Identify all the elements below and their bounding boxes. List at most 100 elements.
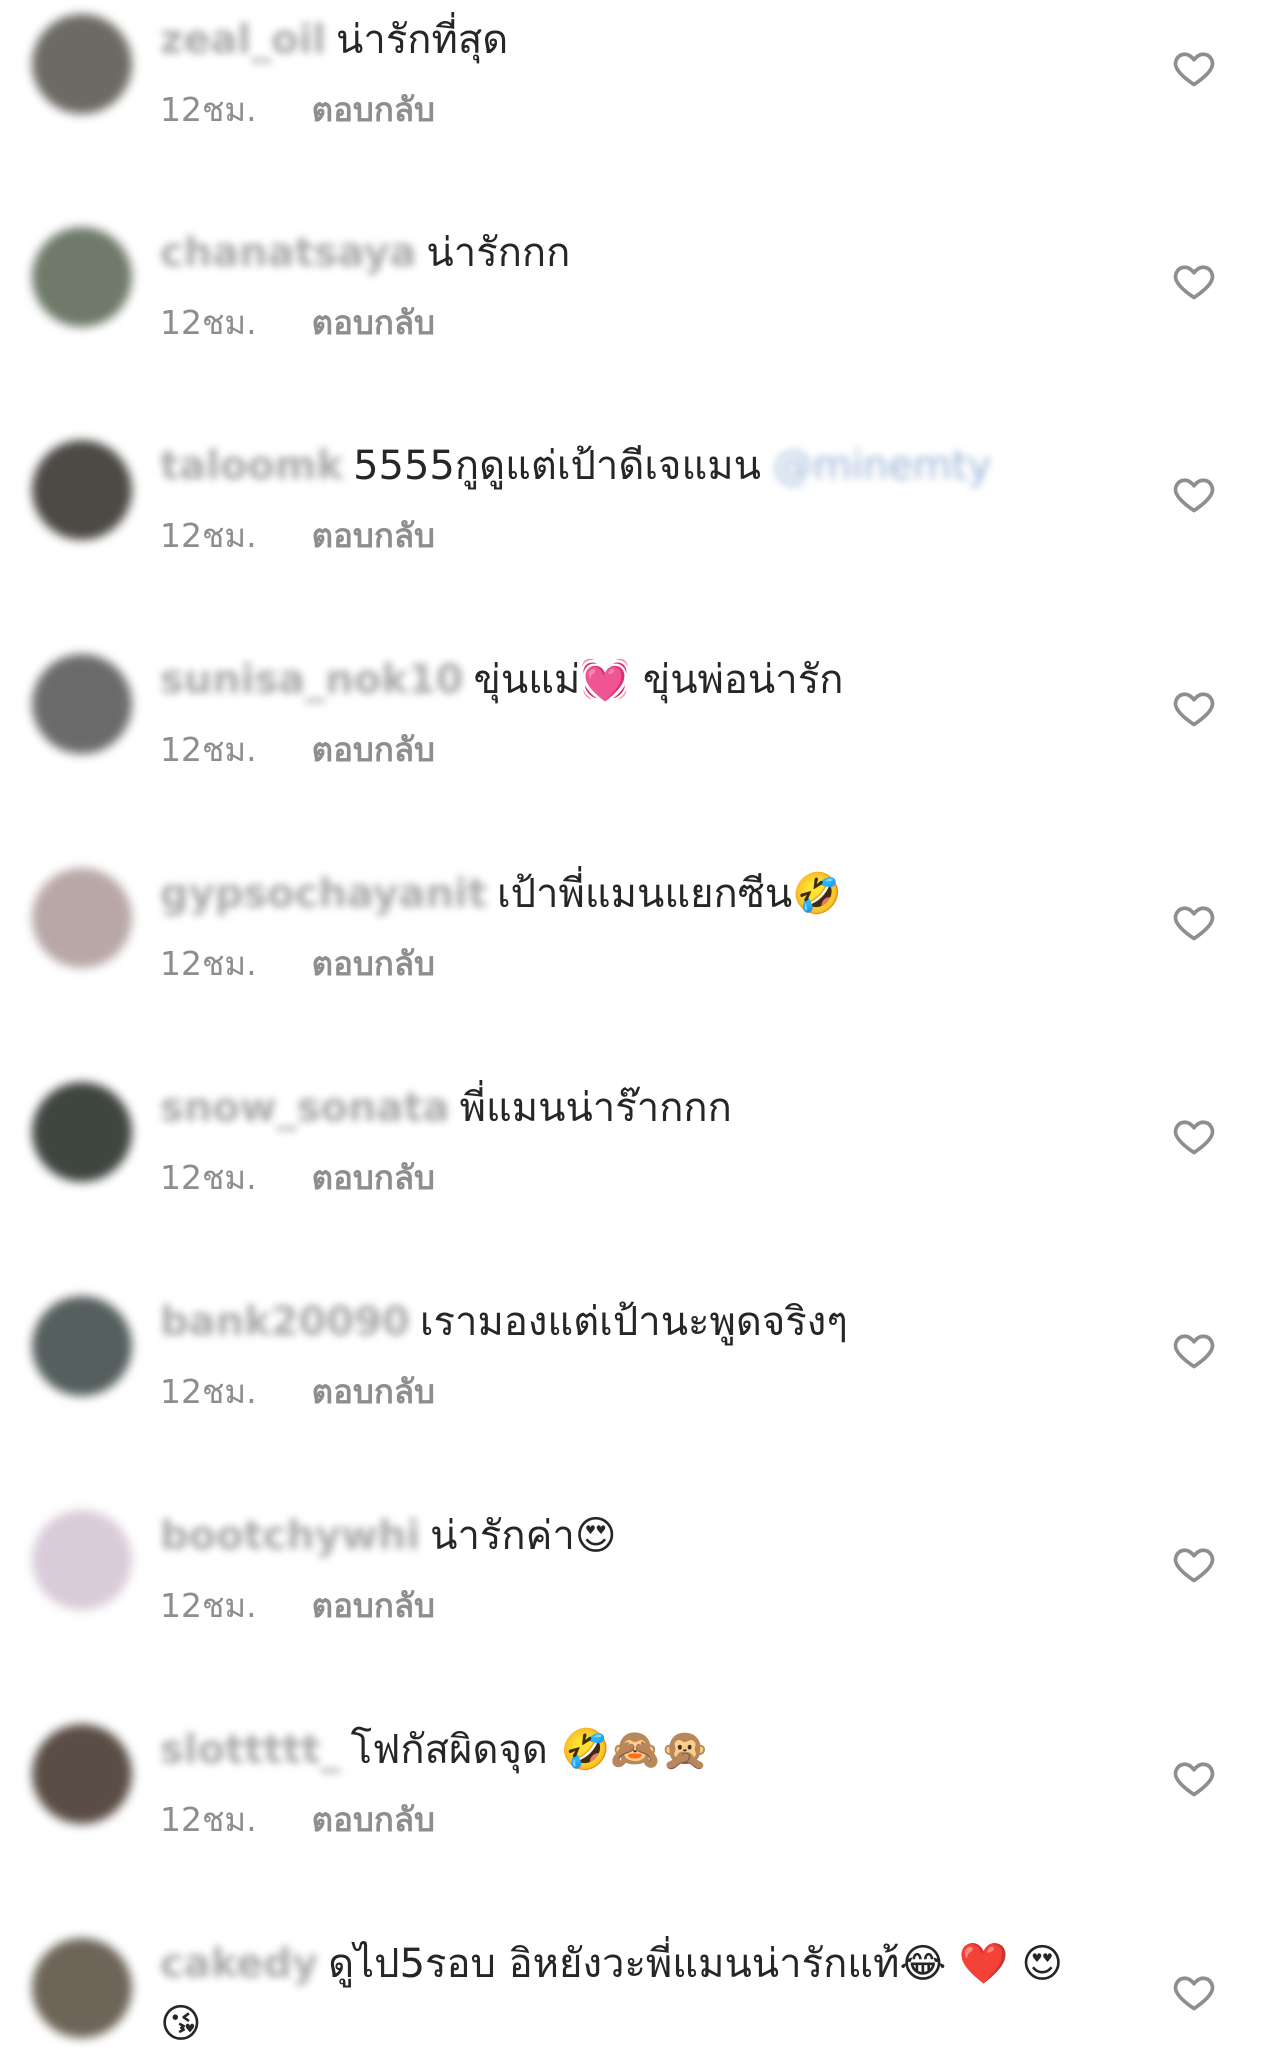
comment-text: น่ารักกก <box>426 230 571 276</box>
heart-outline-icon <box>1173 1762 1215 1797</box>
avatar[interactable] <box>32 14 132 114</box>
avatar[interactable] <box>32 1938 132 2038</box>
comment-text: 5555กูดูแต่เป้าดีเจแมน <box>353 443 761 489</box>
avatar[interactable] <box>32 654 132 754</box>
comment-time: 12ชม. <box>160 944 257 983</box>
comment-time: 12ชม. <box>160 1800 257 1839</box>
avatar[interactable] <box>32 227 132 327</box>
comment-meta: 12ชม. ตอบกลับ <box>160 939 435 989</box>
comment-row: zeal_oil น่ารักที่สุด 12ชม. ตอบกลับ <box>0 0 1280 215</box>
heart-outline-icon <box>1173 1548 1215 1583</box>
avatar[interactable] <box>32 1082 132 1182</box>
comment-text: เป้าพี่แมนแยกซีน🤣 <box>496 871 843 917</box>
like-button[interactable] <box>1172 1756 1216 1800</box>
reply-button[interactable]: ตอบกลับ <box>312 90 435 129</box>
like-button[interactable] <box>1172 1114 1216 1158</box>
avatar[interactable] <box>32 1296 132 1396</box>
comment-list: zeal_oil น่ารักที่สุด 12ชม. ตอบกลับ chanat… <box>0 0 1280 2064</box>
comment-username[interactable]: snow_sonata <box>160 1085 450 1131</box>
avatar[interactable] <box>32 868 132 968</box>
like-button[interactable] <box>1172 259 1216 303</box>
comment-username[interactable]: zeal_oil <box>160 17 326 63</box>
avatar[interactable] <box>32 1510 132 1610</box>
comment-username[interactable]: cakedy <box>160 1941 318 1987</box>
heart-outline-icon <box>1173 1334 1215 1369</box>
comment-username[interactable]: bootchywhi <box>160 1513 420 1559</box>
like-button[interactable] <box>1172 686 1216 730</box>
heart-outline-icon <box>1173 692 1215 727</box>
reply-button[interactable]: ตอบกลับ <box>312 730 435 769</box>
like-button[interactable] <box>1172 1328 1216 1372</box>
comment-text-continuation: 😘 <box>160 2001 202 2047</box>
reply-button[interactable]: ตอบกลับ <box>312 303 435 342</box>
comment-line: slottttt_ โฟกัสผิดจุด 🤣🙈🙊 <box>160 1710 1160 1790</box>
like-button[interactable] <box>1172 900 1216 944</box>
reply-button[interactable]: ตอบกลับ <box>312 1158 435 1197</box>
comment-row: gypsochayanit เป้าพี่แมนแยกซีน🤣 12ชม. ตอบก… <box>0 854 1280 1069</box>
comment-text: ดูไป5รอบ อิหยังวะพี่แมนน่ารักแท้😂 ❤️ 😍 <box>328 1941 1064 1987</box>
like-button[interactable] <box>1172 1542 1216 1586</box>
comment-text: น่ารักที่สุด <box>336 17 509 63</box>
comment-meta: 12ชม. ตอบกลับ <box>160 1367 435 1417</box>
comment-meta: 12ชม. ตอบกลับ <box>160 511 435 561</box>
heart-outline-icon <box>1173 265 1215 300</box>
comment-line: taloomk 5555กูดูแต่เป้าดีเจแมน @minemty <box>160 426 1160 506</box>
comment-time: 12ชม. <box>160 730 257 769</box>
like-button[interactable] <box>1172 46 1216 90</box>
comment-row: snow_sonata พี่แมนน่าร๊ากกก 12ชม. ตอบกลับ <box>0 1068 1280 1283</box>
comment-time: 12ชม. <box>160 516 257 555</box>
comment-line: chanatsaya น่ารักกก <box>160 213 1160 293</box>
comment-time: 12ชม. <box>160 303 257 342</box>
comment-meta: 12ชม. ตอบกลับ <box>160 298 435 348</box>
reply-button[interactable]: ตอบกลับ <box>312 1372 435 1411</box>
comment-row: cakedy ดูไป5รอบ อิหยังวะพี่แมนน่ารักแท้😂 … <box>0 1924 1280 2064</box>
like-button[interactable] <box>1172 472 1216 516</box>
comment-row: bank20090 เรามองแต่เป้านะพูดจริงๆ 12ชม. ตอ… <box>0 1282 1280 1497</box>
avatar[interactable] <box>32 440 132 540</box>
comment-row: slottttt_ โฟกัสผิดจุด 🤣🙈🙊 12ชม. ตอบกลับ <box>0 1710 1280 1925</box>
comment-meta: 12ชม. ตอบกลับ <box>160 725 435 775</box>
reply-button[interactable]: ตอบกลับ <box>312 516 435 555</box>
comment-row: sunisa_nok10 ขุ่นแม่💓 ขุ่นพ่อน่ารัก 12ชม.… <box>0 640 1280 855</box>
comment-line: bootchywhi น่ารักค่า😍 <box>160 1496 1160 1576</box>
comment-line: zeal_oil น่ารักที่สุด <box>160 0 1160 80</box>
comment-username[interactable]: slottttt_ <box>160 1727 341 1773</box>
heart-outline-icon <box>1173 478 1215 513</box>
comment-text: น่ารักค่า😍 <box>430 1513 617 1559</box>
like-button[interactable] <box>1172 1970 1216 2014</box>
comment-meta: 12ชม. ตอบกลับ <box>160 85 435 135</box>
heart-outline-icon <box>1173 52 1215 87</box>
heart-outline-icon <box>1173 1976 1215 2011</box>
comment-username[interactable]: taloomk <box>160 443 343 489</box>
comment-time: 12ชม. <box>160 1586 257 1625</box>
reply-button[interactable]: ตอบกลับ <box>312 1586 435 1625</box>
comment-time: 12ชม. <box>160 90 257 129</box>
comment-row: bootchywhi น่ารักค่า😍 12ชม. ตอบกลับ <box>0 1496 1280 1711</box>
comment-line: bank20090 เรามองแต่เป้านะพูดจริงๆ <box>160 1282 1160 1362</box>
comment-meta: 12ชม. ตอบกลับ <box>160 1581 435 1631</box>
comment-username[interactable]: gypsochayanit <box>160 871 487 917</box>
comment-line: cakedy ดูไป5รอบ อิหยังวะพี่แมนน่ารักแท้😂 … <box>160 1924 1160 2004</box>
comment-line: sunisa_nok10 ขุ่นแม่💓 ขุ่นพ่อน่ารัก <box>160 640 1160 720</box>
comment-text: ขุ่นแม่💓 ขุ่นพ่อน่ารัก <box>473 657 844 703</box>
comment-username[interactable]: chanatsaya <box>160 230 416 276</box>
comment-text: โฟกัสผิดจุด 🤣🙈🙊 <box>350 1727 711 1773</box>
reply-button[interactable]: ตอบกลับ <box>312 944 435 983</box>
comment-text: เรามองแต่เป้านะพูดจริงๆ <box>419 1299 848 1345</box>
reply-button[interactable]: ตอบกลับ <box>312 1800 435 1839</box>
heart-outline-icon <box>1173 1120 1215 1155</box>
comment-line: snow_sonata พี่แมนน่าร๊ากกก <box>160 1068 1160 1148</box>
avatar[interactable] <box>32 1724 132 1824</box>
comment-text: พี่แมนน่าร๊ากกก <box>459 1085 732 1131</box>
comment-meta: 12ชม. ตอบกลับ <box>160 1153 435 1203</box>
comment-line: gypsochayanit เป้าพี่แมนแยกซีน🤣 <box>160 854 1160 934</box>
mention-link[interactable]: @minemty <box>773 443 991 489</box>
comment-username[interactable]: sunisa_nok10 <box>160 657 464 703</box>
comment-row: taloomk 5555กูดูแต่เป้าดีเจแมน @minemty 12… <box>0 426 1280 641</box>
comment-row: chanatsaya น่ารักกก 12ชม. ตอบกลับ <box>0 213 1280 428</box>
heart-outline-icon <box>1173 906 1215 941</box>
comment-time: 12ชม. <box>160 1158 257 1197</box>
comment-time: 12ชม. <box>160 1372 257 1411</box>
comment-username[interactable]: bank20090 <box>160 1299 410 1345</box>
comment-meta: 12ชม. ตอบกลับ <box>160 1795 435 1845</box>
